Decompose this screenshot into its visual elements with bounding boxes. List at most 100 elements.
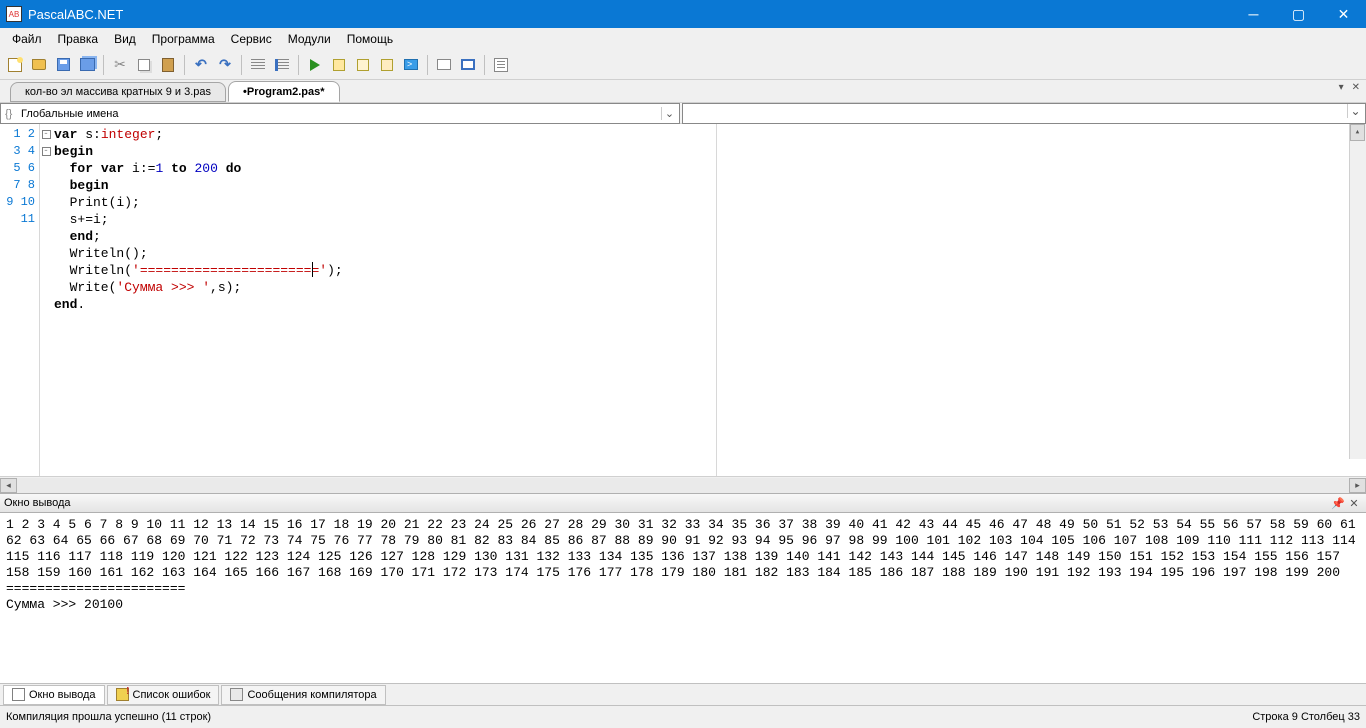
open-folder-icon	[32, 59, 46, 70]
step-into-button[interactable]	[352, 54, 374, 76]
paste-icon	[162, 58, 174, 72]
menu-edit[interactable]: Правка	[50, 30, 107, 48]
bottom-tab-compiler-messages[interactable]: Сообщения компилятора	[221, 685, 385, 705]
text-cursor	[312, 262, 313, 277]
run-button[interactable]	[304, 54, 326, 76]
maximize-button[interactable]: ▢	[1276, 0, 1321, 28]
menu-help[interactable]: Помощь	[339, 30, 401, 48]
toolbar: ✂ ↶ ↷	[0, 50, 1366, 80]
bottom-tab-label: Список ошибок	[133, 689, 211, 701]
bottom-tab-errors[interactable]: Список ошибок	[107, 685, 220, 705]
toolbar-separator	[184, 55, 185, 75]
menubar: Файл Правка Вид Программа Сервис Модули …	[0, 28, 1366, 50]
fold-column: - -	[40, 124, 52, 476]
minimize-button[interactable]: ─	[1231, 0, 1276, 28]
bottom-tab-label: Сообщения компилятора	[247, 689, 376, 701]
menu-view[interactable]: Вид	[106, 30, 144, 48]
tab-file-2[interactable]: •Program2.pas*	[228, 81, 340, 102]
code-content[interactable]: var s:integer; begin for var i:=1 to 200…	[52, 124, 716, 476]
close-button[interactable]: ✕	[1321, 0, 1366, 28]
open-file-button[interactable]	[28, 54, 50, 76]
paste-button[interactable]	[157, 54, 179, 76]
navigate-back-icon	[251, 59, 265, 71]
save-button[interactable]	[52, 54, 74, 76]
output-window-icon	[12, 688, 25, 701]
bottom-tabbar: Окно вывода Список ошибок Сообщения комп…	[0, 683, 1366, 705]
redo-icon: ↷	[219, 56, 231, 73]
cut-button[interactable]: ✂	[109, 54, 131, 76]
bottom-tab-output[interactable]: Окно вывода	[3, 685, 105, 705]
output-panel-body[interactable]: 1 2 3 4 5 6 7 8 9 10 11 12 13 14 15 16 1…	[0, 513, 1366, 683]
scope-dropdown[interactable]: Глобальные имена ⌄	[0, 103, 680, 124]
scroll-up-arrow-icon[interactable]: ▴	[1350, 124, 1365, 141]
redo-button[interactable]: ↷	[214, 54, 236, 76]
bottom-tab-label: Окно вывода	[29, 689, 96, 701]
error-list-icon	[116, 688, 129, 701]
scope-bar: Глобальные имена ⌄ ⌄	[0, 102, 1366, 124]
save-all-icon	[80, 58, 95, 71]
app-icon: AB	[6, 6, 22, 22]
cut-icon: ✂	[114, 56, 126, 73]
play-icon	[310, 59, 320, 71]
terminal-icon	[404, 59, 418, 70]
stop-button[interactable]	[400, 54, 422, 76]
tab-file-1[interactable]: кол-во эл массива кратных 9 и 3.pas	[10, 82, 226, 102]
vertical-scrollbar[interactable]: ▴	[1349, 124, 1366, 459]
scroll-track[interactable]	[17, 478, 1349, 493]
menu-modules[interactable]: Модули	[280, 30, 339, 48]
status-cursor-position: Строка 9 Столбец 33	[1252, 711, 1360, 723]
chevron-down-icon: ⌄	[1347, 104, 1363, 118]
pin-icon[interactable]: 📌	[1330, 497, 1346, 510]
editor-split-pane	[716, 124, 1366, 476]
menu-program[interactable]: Программа	[144, 30, 223, 48]
step-over-icon	[333, 59, 345, 71]
layout1-button[interactable]	[433, 54, 455, 76]
navigate-back-button[interactable]	[247, 54, 269, 76]
editor-area: 1 2 3 4 5 6 7 8 9 10 11 - - var s:intege…	[0, 124, 1366, 493]
status-compile-message: Компиляция прошла успешно (11 строк)	[6, 711, 1252, 723]
layout2-button[interactable]	[457, 54, 479, 76]
output-panel-title: Окно вывода	[4, 497, 1330, 509]
titlebar: AB PascalABC.NET ─ ▢ ✕	[0, 0, 1366, 28]
window-active-icon	[461, 59, 475, 70]
properties-button[interactable]	[490, 54, 512, 76]
copy-button[interactable]	[133, 54, 155, 76]
tab-close-button[interactable]: ✕	[1350, 82, 1362, 93]
step-over-button[interactable]	[328, 54, 350, 76]
menu-file[interactable]: Файл	[4, 30, 50, 48]
close-panel-icon[interactable]: ✕	[1346, 497, 1362, 510]
scroll-right-arrow-icon[interactable]: ▸	[1349, 478, 1366, 493]
navigate-forward-button[interactable]	[271, 54, 293, 76]
menu-service[interactable]: Сервис	[223, 30, 280, 48]
new-file-button[interactable]	[4, 54, 26, 76]
save-icon	[57, 58, 70, 71]
output-panel-header: Окно вывода 📌 ✕	[0, 493, 1366, 513]
toolbar-separator	[103, 55, 104, 75]
line-numbers: 1 2 3 4 5 6 7 8 9 10 11	[0, 124, 40, 476]
tab-dropdown-arrow[interactable]: ▾	[1337, 82, 1346, 93]
toolbar-separator	[484, 55, 485, 75]
editor-tabbar: кол-во эл массива кратных 9 и 3.pas •Pro…	[0, 80, 1366, 102]
code-editor[interactable]: 1 2 3 4 5 6 7 8 9 10 11 - - var s:intege…	[0, 124, 1366, 476]
step-into-icon	[357, 59, 369, 71]
save-all-button[interactable]	[76, 54, 98, 76]
compiler-messages-icon	[230, 688, 243, 701]
toolbar-separator	[427, 55, 428, 75]
horizontal-scrollbar[interactable]: ◂ ▸	[0, 476, 1366, 493]
fold-toggle-icon[interactable]: -	[42, 147, 51, 156]
fold-toggle-icon[interactable]: -	[42, 130, 51, 139]
new-file-icon	[8, 58, 22, 72]
copy-icon	[138, 59, 150, 71]
member-dropdown[interactable]: ⌄	[682, 103, 1366, 124]
undo-button[interactable]: ↶	[190, 54, 212, 76]
window-icon	[437, 59, 451, 70]
step-out-button[interactable]	[376, 54, 398, 76]
chevron-down-icon: ⌄	[661, 107, 677, 120]
toolbar-separator	[241, 55, 242, 75]
scope-label: Глобальные имена	[21, 108, 119, 120]
braces-icon	[5, 108, 17, 120]
properties-icon	[494, 58, 508, 72]
scroll-left-arrow-icon[interactable]: ◂	[0, 478, 17, 493]
undo-icon: ↶	[195, 56, 207, 73]
statusbar: Компиляция прошла успешно (11 строк) Стр…	[0, 705, 1366, 728]
